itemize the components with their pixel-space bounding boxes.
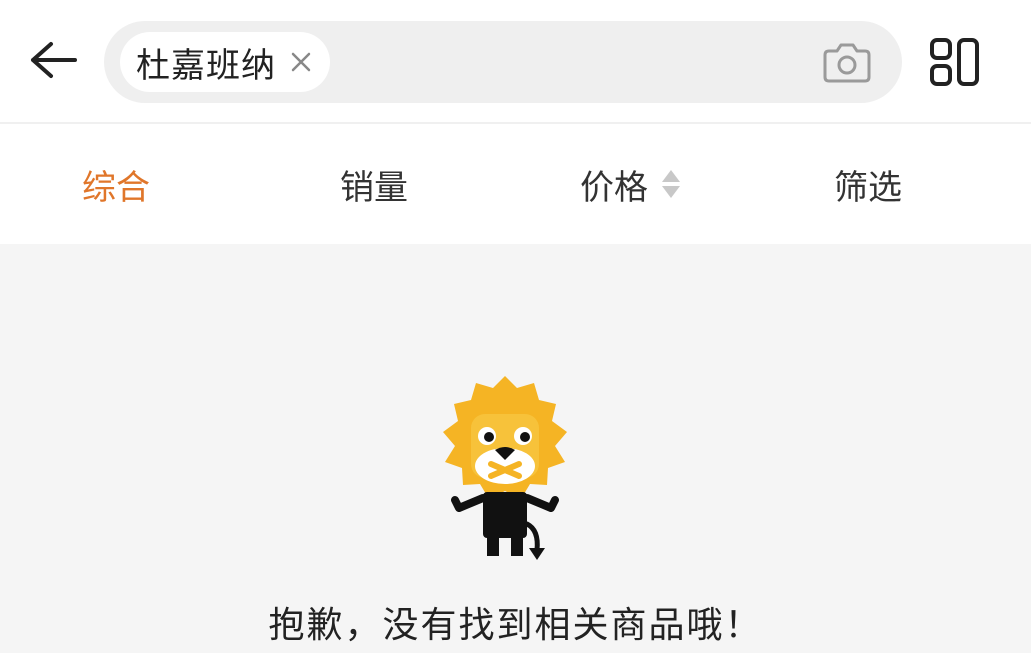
camera-search-button[interactable] bbox=[820, 39, 872, 85]
tab-comprehensive[interactable]: 综合 bbox=[58, 124, 174, 244]
tab-label: 销量 bbox=[340, 167, 408, 208]
back-button[interactable] bbox=[24, 32, 80, 88]
empty-message: 抱歉，没有找到相关商品哦！ bbox=[268, 605, 763, 646]
tab-sales[interactable]: 销量 bbox=[316, 124, 432, 244]
tab-filter[interactable]: 筛选 bbox=[810, 124, 926, 244]
sort-arrows-icon bbox=[662, 170, 680, 198]
camera-icon bbox=[823, 43, 871, 83]
tab-label: 筛选 bbox=[834, 167, 902, 208]
back-arrow-icon bbox=[31, 42, 77, 78]
lion-mascot-icon bbox=[443, 376, 567, 560]
clear-keyword-button[interactable] bbox=[288, 49, 314, 75]
tab-price[interactable]: 价格 bbox=[560, 124, 700, 244]
search-keyword-chip[interactable]: 杜嘉班纳 bbox=[120, 32, 330, 92]
layout-toggle-icon bbox=[930, 38, 979, 86]
sort-bar: 综合 销量 价格 筛选 bbox=[0, 124, 1031, 244]
close-icon bbox=[291, 52, 311, 72]
tab-label: 综合 bbox=[82, 167, 150, 208]
top-bar: 杜嘉班纳 bbox=[0, 0, 1031, 122]
search-box[interactable]: 杜嘉班纳 bbox=[104, 21, 902, 103]
search-keyword-text: 杜嘉班纳 bbox=[136, 45, 276, 86]
tab-label: 价格 bbox=[580, 167, 648, 208]
empty-state: 抱歉，没有找到相关商品哦！ bbox=[0, 244, 1031, 653]
layout-toggle-button[interactable] bbox=[926, 34, 984, 92]
